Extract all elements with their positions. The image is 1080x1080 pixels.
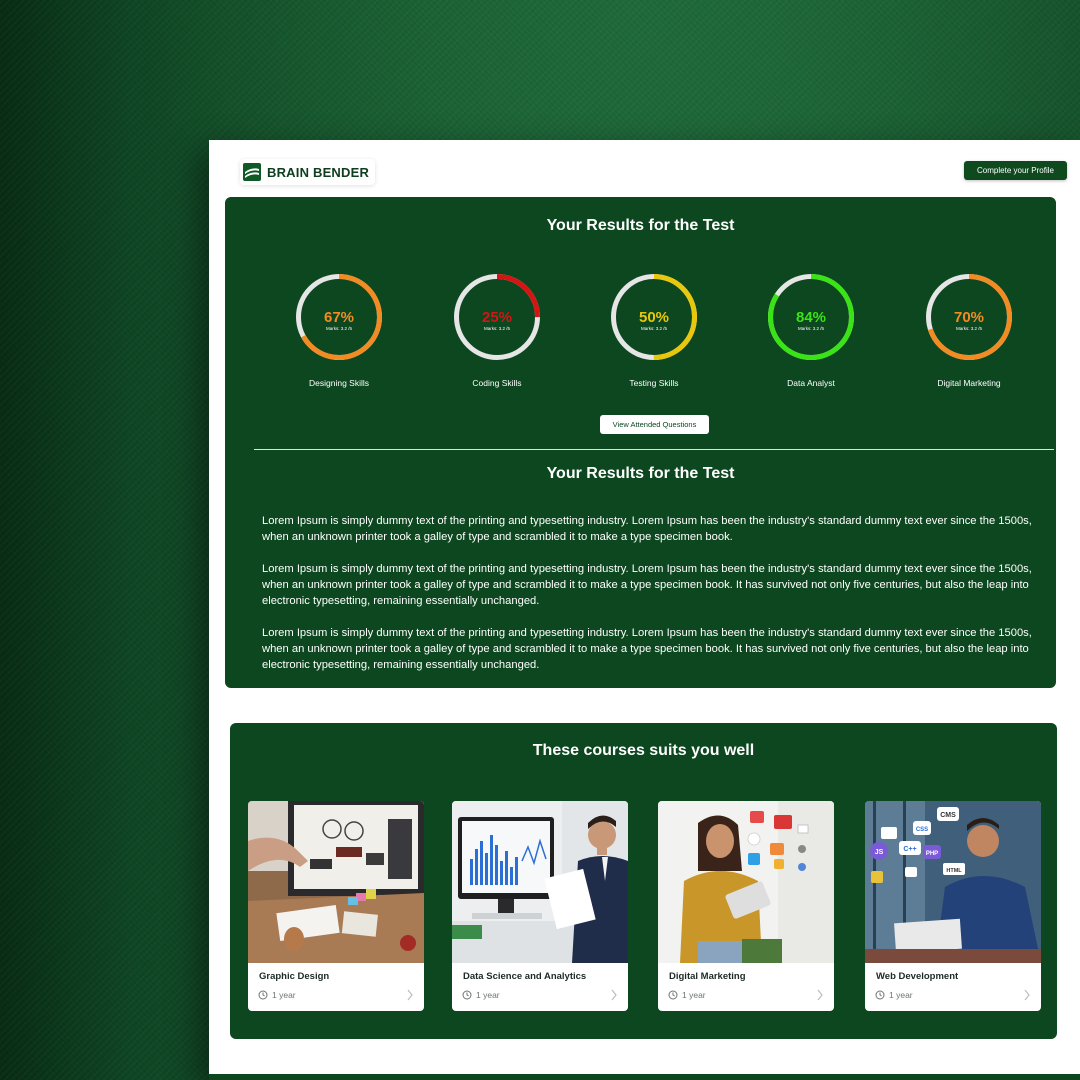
tech-tag-cpp: C++ — [903, 846, 916, 853]
gauge-ring: 25% Marks: 3.2 /5 — [454, 274, 540, 360]
description-paragraph: Lorem Ipsum is simply dummy text of the … — [262, 627, 1032, 671]
tech-tag-php: PHP — [926, 851, 938, 857]
course-duration-text: 1 year — [682, 990, 706, 1000]
description-paragraph: Lorem Ipsum is simply dummy text of the … — [262, 563, 1032, 607]
gauge-percent: 67% — [324, 309, 354, 326]
course-title: Data Science and Analytics — [463, 971, 587, 982]
chevron-right-icon[interactable] — [816, 989, 824, 1001]
description-paragraph: Lorem Ipsum is simply dummy text of the … — [262, 515, 1032, 543]
results-description: Lorem Ipsum is simply dummy text of the … — [262, 513, 1048, 689]
skill-gauges: 67% Marks: 3.2 /5 Designing Skills 25% M… — [225, 272, 1056, 392]
gauge-designing-skills: 67% Marks: 3.2 /5 Designing Skills — [274, 272, 404, 388]
chevron-right-icon[interactable] — [1023, 989, 1031, 1001]
clock-icon — [462, 990, 472, 1000]
course-title: Web Development — [876, 971, 959, 982]
course-image-graphic-design — [248, 801, 424, 963]
course-card-graphic-design[interactable]: Graphic Design 1 year — [248, 801, 424, 1011]
complete-profile-button[interactable]: Complete your Profile — [964, 161, 1067, 180]
gauge-marks: Marks: 3.2 /5 — [641, 326, 668, 331]
gauge-coding-skills: 25% Marks: 3.2 /5 Coding Skills — [432, 272, 562, 388]
gauge-percent: 84% — [796, 309, 826, 326]
gauge-label: Coding Skills — [472, 378, 522, 388]
course-duration-text: 1 year — [889, 990, 913, 1000]
course-image-digital-marketing — [658, 801, 834, 963]
course-duration: 1 year — [668, 990, 706, 1000]
course-title: Digital Marketing — [669, 971, 746, 982]
courses-title: These courses suits you well — [532, 742, 755, 759]
gauge-label: Testing Skills — [629, 378, 679, 388]
gauge-marks: Marks: 3.2 /5 — [956, 326, 983, 331]
section-divider — [254, 449, 1054, 450]
course-duration: 1 year — [462, 990, 500, 1000]
tech-tag-html: HTML — [946, 868, 962, 874]
brand-name: BRAIN BENDER — [267, 164, 370, 180]
gauge-percent: 70% — [954, 309, 984, 326]
brand-logo[interactable]: BRAIN BENDER — [240, 159, 376, 185]
app-window: BRAIN BENDER Complete your Profile Your … — [209, 140, 1080, 1080]
course-card-web-development[interactable]: CMS CSS C++ PHP JS HTML Web Development — [865, 801, 1041, 1011]
chevron-right-icon[interactable] — [406, 989, 414, 1001]
gauge-label: Data Analyst — [787, 378, 835, 388]
gauge-percent: 25% — [482, 309, 512, 326]
results-summary-title: Your Results for the Test — [546, 465, 735, 482]
gauge-label: Digital Marketing — [937, 378, 1001, 388]
gauge-data-analyst: 84% Marks: 3.2 /5 Data Analyst — [746, 272, 876, 388]
results-panel: Your Results for the Test 67% Marks: 3.2… — [225, 197, 1056, 688]
gauge-marks: Marks: 3.2 /5 — [326, 326, 353, 331]
tech-tag-js: JS — [875, 849, 884, 856]
gauge-percent: 50% — [639, 309, 669, 326]
course-duration-text: 1 year — [272, 990, 296, 1000]
clock-icon — [668, 990, 678, 1000]
course-title: Graphic Design — [259, 971, 330, 982]
view-attended-questions-button[interactable]: View Attended Questions — [600, 415, 709, 434]
gauge-ring: 84% Marks: 3.2 /5 — [768, 274, 854, 360]
course-card-data-science[interactable]: Data Science and Analytics 1 year — [452, 801, 628, 1011]
gauge-ring: 50% Marks: 3.2 /5 — [611, 274, 697, 360]
gauge-label: Designing Skills — [309, 378, 369, 388]
course-duration-text: 1 year — [476, 990, 500, 1000]
gauge-ring: 67% Marks: 3.2 /5 — [296, 274, 382, 360]
results-title: Your Results for the Test — [546, 217, 735, 234]
clock-icon — [875, 990, 885, 1000]
courses-panel: These courses suits you well Graphic Des… — [230, 723, 1057, 1039]
course-card-digital-marketing[interactable]: Digital Marketing 1 year — [658, 801, 834, 1011]
tech-tag-cms: CMS — [940, 812, 956, 819]
gauge-digital-marketing: 70% Marks: 3.2 /5 Digital Marketing — [904, 272, 1034, 388]
chevron-right-icon[interactable] — [610, 989, 618, 1001]
course-duration: 1 year — [875, 990, 913, 1000]
gauge-marks: Marks: 3.2 /5 — [798, 326, 825, 331]
tech-tag-css: CSS — [916, 827, 928, 833]
footer-strip — [209, 1074, 1080, 1080]
course-image-web-development: CMS CSS C++ PHP JS HTML — [865, 801, 1041, 963]
course-duration: 1 year — [258, 990, 296, 1000]
gauge-ring: 70% Marks: 3.2 /5 — [926, 274, 1012, 360]
course-image-data-science — [452, 801, 628, 963]
clock-icon — [258, 990, 268, 1000]
gauge-testing-skills: 50% Marks: 3.2 /5 Testing Skills — [589, 272, 719, 388]
brand-logo-icon — [243, 163, 261, 181]
gauge-marks: Marks: 3.2 /5 — [484, 326, 511, 331]
